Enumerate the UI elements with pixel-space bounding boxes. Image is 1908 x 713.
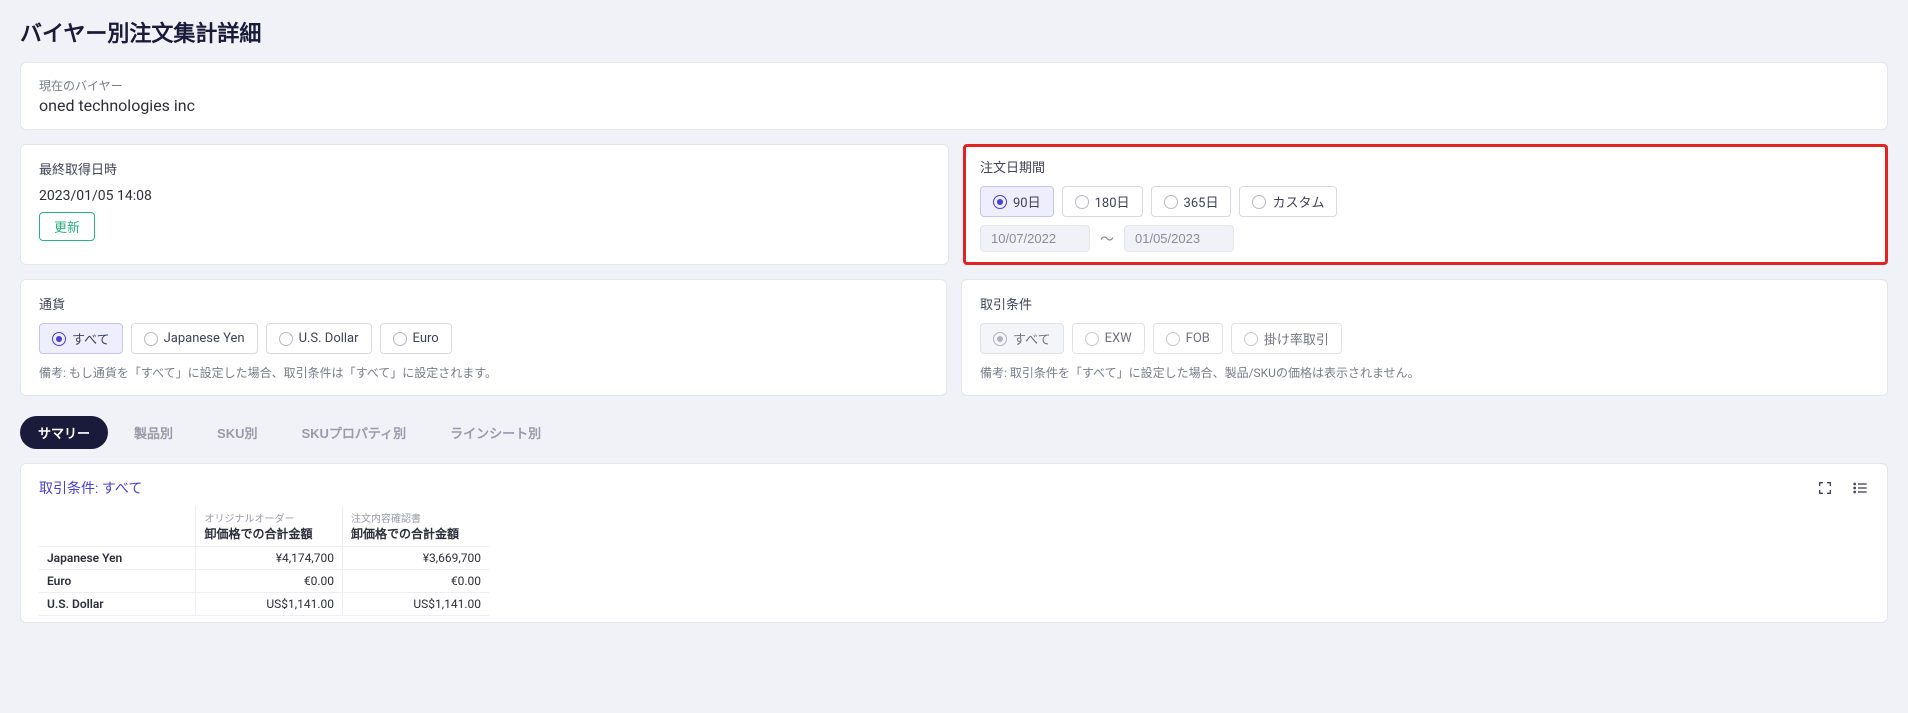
period-custom[interactable]: カスタム — [1239, 186, 1337, 217]
last-fetch-time: 2023/01/05 14:08 — [39, 188, 930, 204]
terms-all-label: すべて — [1013, 329, 1051, 348]
currency-all[interactable]: すべて — [39, 323, 123, 354]
period-custom-label: カスタム — [1272, 192, 1324, 211]
radio-icon — [1085, 332, 1099, 346]
period-to-input[interactable] — [1124, 225, 1234, 252]
terms-fob[interactable]: FOB — [1153, 323, 1223, 354]
radio-icon — [1244, 332, 1258, 346]
currency-label: 通貨 — [39, 294, 928, 313]
table-row: Japanese Yen ¥4,174,700 ¥3,669,700 — [39, 547, 489, 570]
currency-usd-label: U.S. Dollar — [299, 331, 359, 346]
radio-icon — [52, 332, 66, 346]
period-tilde: 〜 — [1100, 229, 1114, 249]
period-180d[interactable]: 180日 — [1062, 186, 1143, 217]
radio-icon — [1252, 195, 1266, 209]
terms-note: 備考: 取引条件を「すべて」に設定した場合、製品/SKUの価格は表示されません。 — [980, 364, 1869, 381]
current-buyer-card: 現在のバイヤー oned technologies inc — [20, 62, 1888, 130]
page-title: バイヤー別注文集計詳細 — [20, 0, 1888, 62]
current-buyer-name: oned technologies inc — [39, 96, 1869, 115]
col-original-order: オリジナルオーダー 卸価格での合計金額 — [196, 506, 343, 547]
period-365d[interactable]: 365日 — [1151, 186, 1232, 217]
current-buyer-label: 現在のバイヤー — [39, 77, 1869, 94]
terms-rate[interactable]: 掛け率取引 — [1231, 323, 1342, 354]
currency-card: 通貨 すべて Japanese Yen U.S. Dollar Euro 備考:… — [20, 279, 947, 396]
summary-title: 取引条件: すべて — [39, 478, 142, 498]
row-currency-label: U.S. Dollar — [39, 593, 196, 616]
fullscreen-icon[interactable] — [1817, 480, 1833, 496]
period-options: 90日 180日 365日 カスタム — [980, 186, 1871, 217]
terms-options: すべて EXW FOB 掛け率取引 — [980, 323, 1869, 354]
row-orig: ¥4,174,700 — [196, 547, 343, 570]
currency-jpy[interactable]: Japanese Yen — [131, 323, 258, 354]
col-confirmation: 注文内容確認書 卸価格での合計金額 — [342, 506, 489, 547]
terms-card: 取引条件 すべて EXW FOB 掛け率取引 備考: 取引条件を「すべて」に設定… — [961, 279, 1888, 396]
period-90d[interactable]: 90日 — [980, 186, 1054, 217]
currency-options: すべて Japanese Yen U.S. Dollar Euro — [39, 323, 928, 354]
period-date-range: 〜 — [980, 225, 1871, 252]
currency-note: 備考: もし通貨を「すべて」に設定した場合、取引条件は「すべて」に設定されます。 — [39, 364, 928, 381]
terms-label: 取引条件 — [980, 294, 1869, 313]
terms-exw-label: EXW — [1105, 331, 1132, 346]
period-180d-label: 180日 — [1095, 192, 1130, 211]
radio-icon — [393, 332, 407, 346]
terms-rate-label: 掛け率取引 — [1264, 329, 1329, 348]
period-from-input[interactable] — [980, 225, 1090, 252]
order-period-card: 注文日期間 90日 180日 365日 カスタム 〜 — [963, 144, 1888, 265]
tab-by-sku-prop[interactable]: SKUプロパティ別 — [283, 416, 424, 449]
terms-exw[interactable]: EXW — [1072, 323, 1145, 354]
row-orig: US$1,141.00 — [196, 593, 343, 616]
row-currency-label: Euro — [39, 570, 196, 593]
currency-usd[interactable]: U.S. Dollar — [266, 323, 372, 354]
tabs: サマリー 製品別 SKU別 SKUプロパティ別 ラインシート別 — [20, 416, 1888, 449]
row-conf: ¥3,669,700 — [342, 547, 489, 570]
currency-jpy-label: Japanese Yen — [164, 331, 245, 346]
last-fetch-label: 最終取得日時 — [39, 159, 930, 178]
radio-icon — [144, 332, 158, 346]
row-orig: €0.00 — [196, 570, 343, 593]
radio-icon — [279, 332, 293, 346]
tab-by-product[interactable]: 製品別 — [116, 416, 191, 449]
period-90d-label: 90日 — [1013, 192, 1041, 211]
radio-icon — [993, 332, 1007, 346]
terms-all[interactable]: すべて — [980, 323, 1064, 354]
radio-icon — [993, 195, 1007, 209]
update-button[interactable]: 更新 — [39, 212, 95, 241]
summary-table: オリジナルオーダー 卸価格での合計金額 注文内容確認書 卸価格での合計金額 Ja… — [39, 506, 489, 616]
radio-icon — [1164, 195, 1178, 209]
tab-by-linesheet[interactable]: ラインシート別 — [432, 416, 559, 449]
list-icon[interactable] — [1851, 480, 1869, 496]
summary-card: 取引条件: すべて オリジナルオーダー 卸価格での合計金額 注文内容確認書 卸価… — [20, 463, 1888, 623]
row-conf: US$1,141.00 — [342, 593, 489, 616]
terms-fob-label: FOB — [1186, 331, 1210, 346]
table-row: Euro €0.00 €0.00 — [39, 570, 489, 593]
currency-eur[interactable]: Euro — [380, 323, 452, 354]
row-currency-label: Japanese Yen — [39, 547, 196, 570]
tab-summary[interactable]: サマリー — [20, 416, 108, 449]
period-365d-label: 365日 — [1184, 192, 1219, 211]
row-conf: €0.00 — [342, 570, 489, 593]
last-fetch-card: 最終取得日時 2023/01/05 14:08 更新 — [20, 144, 949, 265]
currency-all-label: すべて — [72, 329, 110, 348]
radio-icon — [1166, 332, 1180, 346]
order-period-label: 注文日期間 — [980, 157, 1871, 176]
table-row: U.S. Dollar US$1,141.00 US$1,141.00 — [39, 593, 489, 616]
radio-icon — [1075, 195, 1089, 209]
currency-eur-label: Euro — [413, 331, 439, 346]
tab-by-sku[interactable]: SKU別 — [199, 416, 275, 449]
